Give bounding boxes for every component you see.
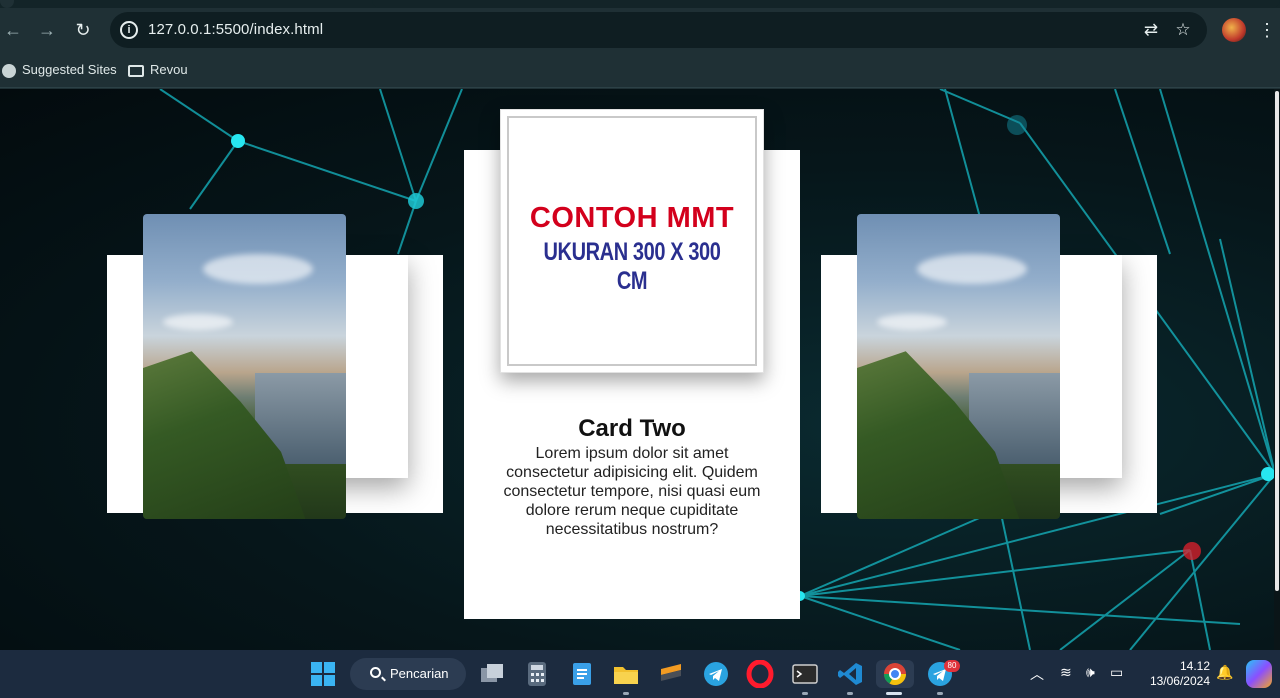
clock[interactable]: 14.12 13/06/2024 (1140, 659, 1210, 689)
bookmark-star-icon[interactable]: ☆ (1172, 19, 1194, 41)
bookmark-label: Suggested Sites (22, 62, 117, 77)
terminal-icon[interactable] (791, 660, 819, 688)
card-two-text: Lorem ipsum dolor sit amet consectetur a… (503, 445, 761, 538)
notification-bell-icon[interactable]: 🔔 (1216, 664, 1233, 681)
address-bar[interactable]: i 127.0.0.1:5500/index.html ⇄ ☆ (110, 12, 1207, 48)
page-scrollbar[interactable] (1274, 89, 1280, 650)
running-indicator (802, 692, 808, 695)
telegram-unread-badge: 80 (944, 660, 960, 672)
translate-icon[interactable]: ⇄ (1140, 19, 1162, 41)
windows-start-icon[interactable] (309, 660, 337, 688)
running-indicator (937, 692, 943, 695)
active-indicator (886, 692, 902, 695)
profile-avatar[interactable] (1222, 18, 1246, 42)
cloud (163, 314, 233, 330)
telegram-icon[interactable] (702, 660, 730, 688)
card-two-banner-image: CONTOH MMT UKURAN 300 X 300 CM (500, 109, 764, 373)
vscode-icon[interactable] (836, 660, 864, 688)
cloud (203, 254, 313, 284)
calculator-icon[interactable] (523, 660, 551, 688)
globe-icon (2, 63, 16, 78)
banner-line1: CONTOH MMT (529, 202, 735, 234)
tab-strip (0, 0, 1280, 8)
reload-icon[interactable]: ↻ (70, 17, 96, 43)
chrome-icon[interactable] (876, 660, 914, 688)
battery-icon[interactable]: ▭ (1110, 664, 1123, 681)
bookmarks-bar: Suggested Sites Revou (0, 52, 1280, 88)
banner-line2: UKURAN 300 X 300 CM (543, 238, 721, 295)
task-view-icon[interactable] (478, 660, 506, 688)
forward-icon[interactable]: → (34, 17, 60, 43)
bookmark-label: Revou (150, 62, 188, 77)
wifi-icon[interactable]: ≋ (1060, 664, 1072, 681)
taskbar-search[interactable]: Pencarian (350, 658, 466, 690)
bookmark-suggested-sites[interactable]: Suggested Sites (2, 60, 117, 80)
scrollbar-thumb[interactable] (1275, 91, 1279, 591)
sublime-icon[interactable] (657, 660, 685, 688)
card-three-image (857, 214, 1060, 519)
tab-edge (372, 0, 1280, 8)
url-text[interactable]: 127.0.0.1:5500/index.html (148, 21, 323, 38)
running-indicator (847, 692, 853, 695)
notepad-icon[interactable] (568, 660, 596, 688)
menu-kebab-icon[interactable]: ⋮ (1258, 17, 1276, 43)
search-icon (370, 667, 381, 678)
clock-time: 14.12 (1179, 659, 1210, 673)
card-one-image (143, 214, 346, 519)
running-indicator (623, 692, 629, 695)
show-hidden-icons-chevron[interactable]: ︿ (1030, 664, 1044, 684)
cloud (917, 254, 1027, 284)
copilot-icon[interactable] (1246, 660, 1272, 688)
windows-taskbar: Pencarian ︿ ≋ 🕪 ▭ 14.12 13/06/2024 🔔 (0, 650, 1280, 698)
site-info-icon[interactable]: i (120, 21, 138, 39)
volume-icon[interactable]: 🕪 (1086, 664, 1095, 681)
search-label: Pencarian (390, 666, 449, 681)
tab-edge (0, 0, 14, 8)
cloud (877, 314, 947, 330)
page-viewport: CONTOH MMT UKURAN 300 X 300 CM Card Two … (0, 89, 1280, 650)
card-two-title: Card Two (578, 415, 686, 442)
clock-date: 13/06/2024 (1149, 674, 1210, 688)
bookmark-folder-revou[interactable]: Revou (128, 60, 188, 80)
file-explorer-icon[interactable] (612, 660, 640, 688)
browser-toolbar: ← → ↻ i 127.0.0.1:5500/index.html ⇄ ☆ ⋮ (0, 8, 1280, 52)
folder-icon (128, 64, 144, 77)
back-icon[interactable]: ← (0, 17, 26, 43)
opera-icon[interactable] (746, 659, 774, 689)
